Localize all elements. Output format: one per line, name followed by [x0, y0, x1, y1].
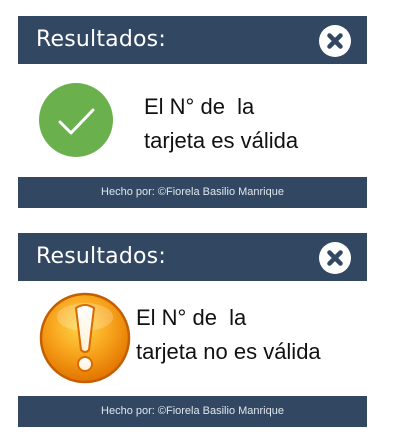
- result-dialog-invalid: Resultados: El N° de la tarjeta no es vá…: [18, 233, 367, 427]
- close-icon: [327, 33, 343, 49]
- message-line-1: El N° de la: [136, 305, 247, 330]
- dialog-body: El N° de la tarjeta no es válida: [18, 281, 367, 396]
- result-dialog-valid: Resultados: El N° de la tarjeta es válid…: [18, 16, 367, 208]
- message-line-2: tarjeta es válida: [144, 128, 299, 153]
- dialog-header: Resultados:: [18, 233, 367, 281]
- message-line-1: El N° de la: [144, 94, 255, 119]
- close-icon: [327, 250, 343, 266]
- dialog-footer: Hecho por: ©Fiorela Basilio Manrique: [18, 396, 367, 427]
- dialog-footer: Hecho por: ©Fiorela Basilio Manrique: [18, 177, 367, 208]
- result-message: El N° de la tarjeta es válida: [144, 90, 298, 158]
- dialog-title: Resultados:: [36, 27, 166, 52]
- close-button[interactable]: [319, 25, 351, 57]
- dialog-title: Resultados:: [36, 244, 166, 269]
- close-button[interactable]: [319, 242, 351, 274]
- dialog-body: El N° de la tarjeta es válida: [18, 64, 367, 177]
- warning-exclamation-icon: [38, 291, 132, 390]
- dialog-header: Resultados:: [18, 16, 367, 64]
- check-circle-icon: [38, 82, 114, 163]
- result-message: El N° de la tarjeta no es válida: [136, 301, 321, 369]
- message-line-2: tarjeta no es válida: [136, 339, 321, 364]
